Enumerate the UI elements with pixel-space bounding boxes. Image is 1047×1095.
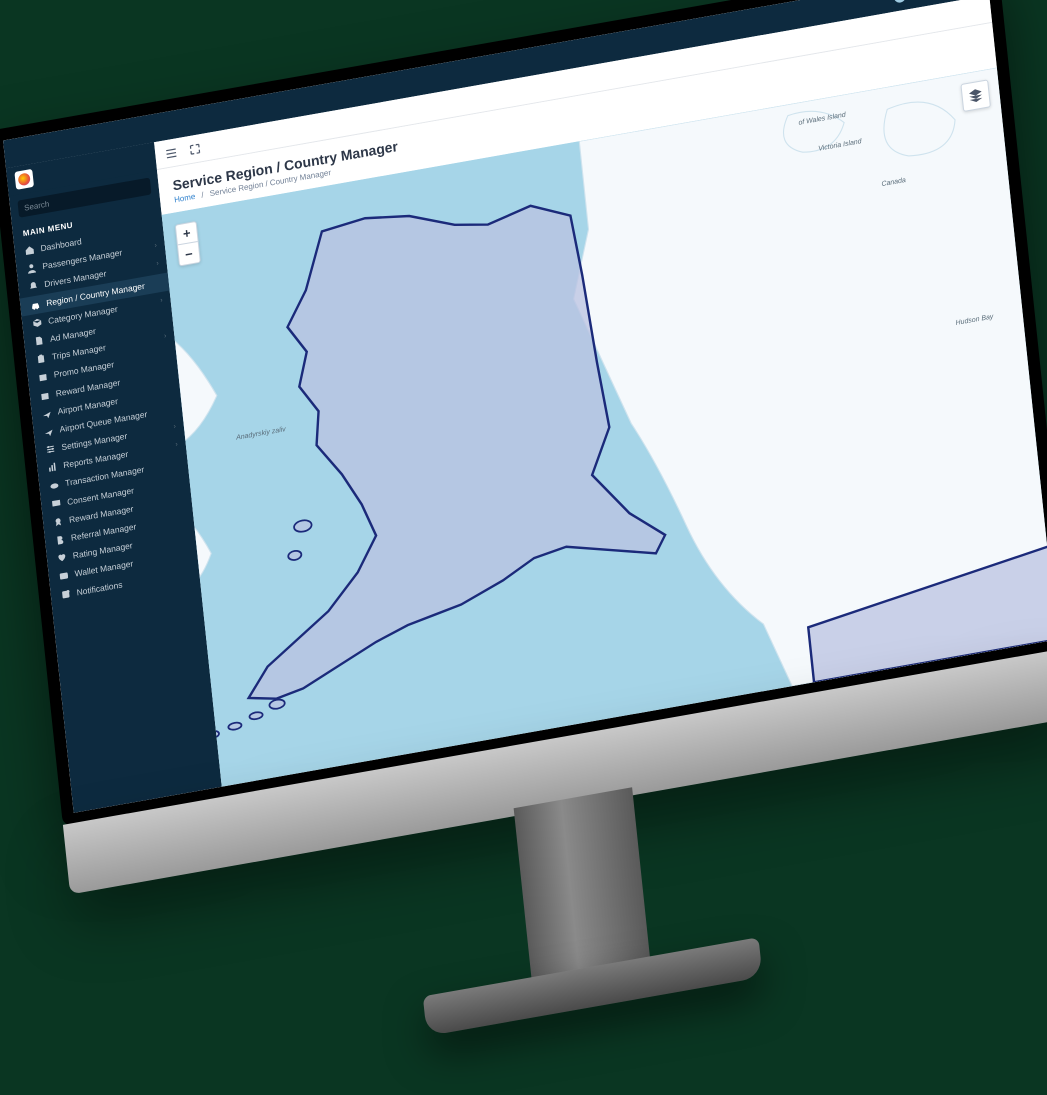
cube-icon (32, 317, 43, 329)
app-logo[interactable] (14, 169, 34, 190)
chevron-right-icon: › (173, 423, 176, 432)
wallet-icon (58, 570, 69, 582)
plane-icon (41, 407, 52, 419)
bold-icon (55, 534, 66, 546)
zoom-out-button[interactable]: − (178, 242, 200, 265)
chevron-right-icon: › (156, 260, 159, 269)
doc-icon (34, 335, 45, 347)
badge-icon (53, 516, 64, 528)
eye-icon (49, 480, 60, 492)
breadcrumb-home[interactable]: Home (174, 192, 196, 205)
gift-icon (39, 389, 50, 401)
plane-icon (43, 425, 54, 437)
heart-icon (57, 552, 68, 564)
notif-icon (60, 588, 71, 600)
home-icon (24, 245, 35, 257)
chevron-right-icon: › (160, 296, 163, 305)
sidebar-item-label: Notifications (76, 579, 123, 597)
screen-icon (51, 498, 62, 510)
avatar-icon (894, 0, 907, 4)
gift-icon (38, 371, 49, 383)
fullscreen-icon[interactable] (188, 142, 201, 156)
chevron-right-icon: › (175, 441, 178, 450)
chevron-right-icon: › (154, 242, 157, 251)
clip-icon (36, 353, 47, 365)
search-placeholder: Search (24, 199, 50, 212)
sliders-icon (45, 444, 56, 456)
chart-icon (47, 462, 58, 474)
user-icon (26, 263, 37, 275)
car-icon (30, 299, 41, 311)
layer-button[interactable] (960, 79, 991, 112)
content-area: Service Region / Country Manager Home / … (154, 0, 1047, 787)
layers-icon (967, 86, 984, 105)
hamburger-icon[interactable] (165, 146, 178, 160)
chevron-right-icon: › (164, 333, 167, 342)
bell-icon (28, 281, 39, 293)
zoom-control: + − (175, 221, 201, 267)
